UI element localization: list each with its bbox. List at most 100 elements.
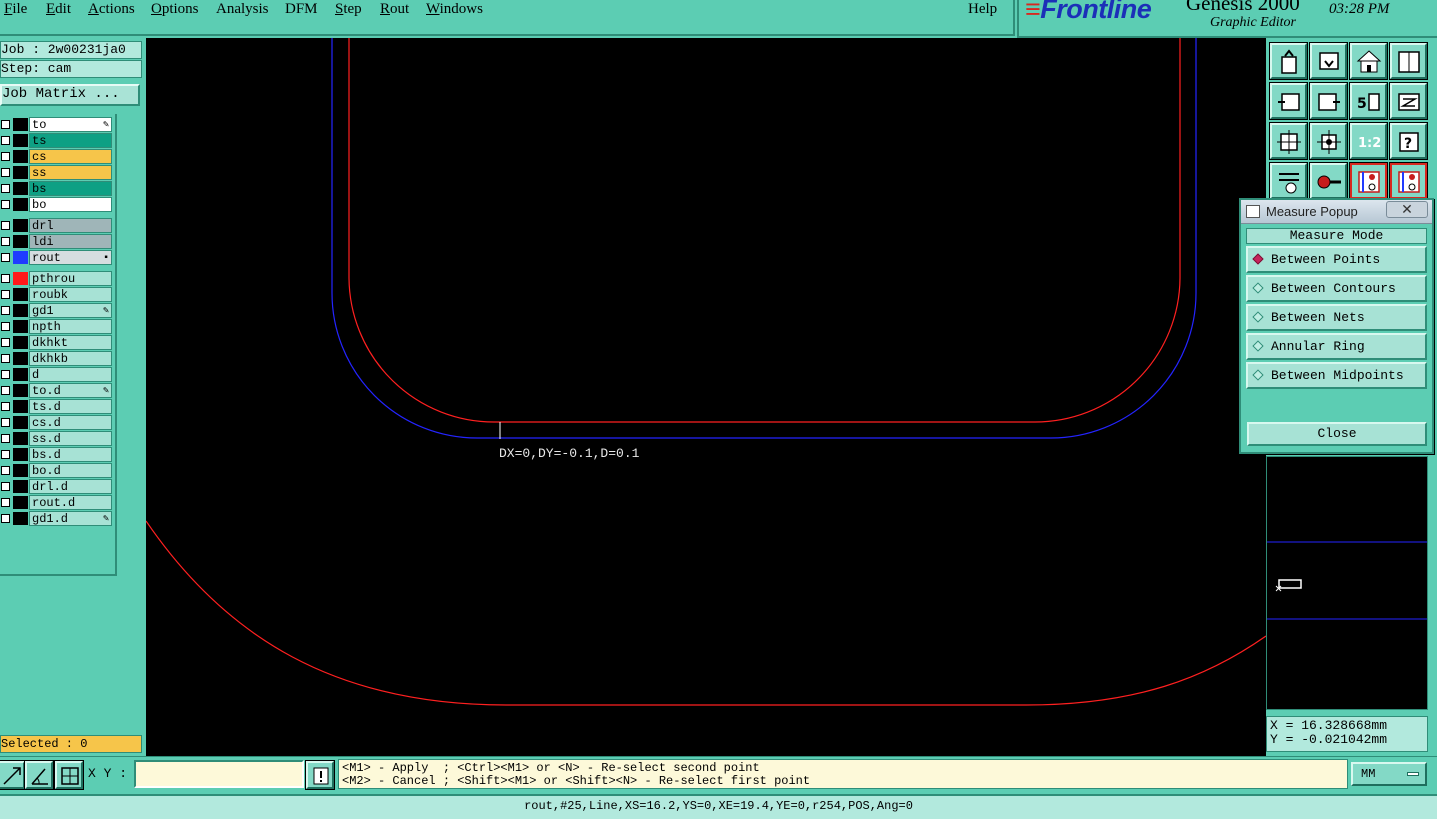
layer-checkbox[interactable] (1, 434, 10, 443)
zoom-fit-icon[interactable] (1269, 122, 1308, 160)
snap-mode-icon[interactable] (0, 760, 26, 790)
layer-color-swatch[interactable] (13, 288, 28, 301)
layer-checkbox[interactable] (1, 184, 10, 193)
net-red-2-icon[interactable] (1389, 162, 1428, 200)
step-left-icon[interactable] (1269, 82, 1308, 120)
layer-name[interactable]: cs (29, 149, 112, 164)
layer-name[interactable]: ts.d (29, 399, 112, 414)
layer-color-swatch[interactable] (13, 118, 28, 131)
layer-row-dkhkb[interactable]: dkhkb (0, 351, 114, 366)
layer-row-roubk[interactable]: roubk (0, 287, 114, 302)
undo-icon[interactable]: 5 (1349, 82, 1388, 120)
layer-color-swatch[interactable] (13, 384, 28, 397)
layer-row-bs-d[interactable]: bs.d (0, 447, 114, 462)
layer-checkbox[interactable] (1, 402, 10, 411)
layer-row-pthrou[interactable]: pthrou (0, 271, 114, 286)
help-question-icon[interactable]: ? (1389, 122, 1428, 160)
layer-checkbox[interactable] (1, 450, 10, 459)
layer-checkbox[interactable] (1, 370, 10, 379)
layer-color-swatch[interactable] (13, 416, 28, 429)
mode-option-annular-ring[interactable]: Annular Ring (1246, 333, 1427, 360)
layer-color-swatch[interactable] (13, 352, 28, 365)
close-button[interactable]: Close (1247, 422, 1427, 446)
layer-name[interactable]: bo (29, 197, 112, 212)
layer-color-swatch[interactable] (13, 320, 28, 333)
menu-analysis[interactable]: Analysis (216, 1, 269, 18)
layer-name[interactable]: gd1 ✎ (29, 303, 112, 318)
exclamation-icon[interactable] (305, 760, 335, 790)
layer-row-ts[interactable]: ts (0, 133, 114, 148)
layer-row-bs[interactable]: bs (0, 181, 114, 196)
layer-checkbox[interactable] (1, 274, 10, 283)
layer-name[interactable]: npth (29, 319, 112, 334)
window-layout-icon[interactable] (1389, 42, 1428, 80)
layer-color-swatch[interactable] (13, 182, 28, 195)
close-icon[interactable]: ✕ (1386, 201, 1428, 218)
layer-name[interactable]: gd1.d ✎ (29, 511, 112, 526)
layer-row-cs-d[interactable]: cs.d (0, 415, 114, 430)
layer-row-ss-d[interactable]: ss.d (0, 431, 114, 446)
units-select[interactable]: MM (1351, 762, 1427, 786)
layer-color-swatch[interactable] (13, 198, 28, 211)
layer-checkbox[interactable] (1, 482, 10, 491)
layer-color-swatch[interactable] (13, 368, 28, 381)
layer-color-swatch[interactable] (13, 512, 28, 525)
layer-row-to-d[interactable]: to.d ✎ (0, 383, 114, 398)
layer-row-dkhkt[interactable]: dkhkt (0, 335, 114, 350)
snap-icon[interactable] (1389, 82, 1428, 120)
layer-color-swatch[interactable] (13, 134, 28, 147)
net-red-icon[interactable] (1349, 162, 1388, 200)
menu-help[interactable]: Help (968, 1, 997, 18)
layer-name[interactable]: drl (29, 218, 112, 233)
layer-checkbox[interactable] (1, 221, 10, 230)
layer-name[interactable]: bs.d (29, 447, 112, 462)
layer-name[interactable]: pthrou (29, 271, 112, 286)
menu-dfm[interactable]: DFM (285, 1, 318, 18)
layer-color-swatch[interactable] (13, 448, 28, 461)
layer-color-swatch[interactable] (13, 272, 28, 285)
layer-checkbox[interactable] (1, 200, 10, 209)
layer-row-bo[interactable]: bo (0, 197, 114, 212)
layer-checkbox[interactable] (1, 514, 10, 523)
layer-checkbox[interactable] (1, 290, 10, 299)
graphic-canvas[interactable]: DX=0,DY=-0.1,D=0.1 (146, 38, 1266, 756)
layer-row-cs[interactable]: cs (0, 149, 114, 164)
layer-color-swatch[interactable] (13, 336, 28, 349)
layer-name[interactable]: ss.d (29, 431, 112, 446)
layer-name[interactable]: rout ▪ (29, 250, 112, 265)
save-icon[interactable] (1309, 42, 1348, 80)
menu-windows[interactable]: Windows (426, 1, 483, 18)
job-matrix-button[interactable]: Job Matrix ... (0, 84, 140, 106)
layer-row-npth[interactable]: npth (0, 319, 114, 334)
overview-panel[interactable] (1266, 456, 1428, 710)
layer-color-swatch[interactable] (13, 464, 28, 477)
menu-options[interactable]: Options (151, 1, 199, 18)
menu-edit[interactable]: Edit (46, 1, 71, 18)
popup-titlebar[interactable]: Measure Popup ✕ (1241, 200, 1432, 224)
layer-name[interactable]: bs (29, 181, 112, 196)
menu-file[interactable]: File (4, 1, 27, 18)
layer-name[interactable]: d (29, 367, 112, 382)
layer-checkbox[interactable] (1, 498, 10, 507)
open-job-icon[interactable] (1269, 42, 1308, 80)
probe-icon[interactable] (1309, 162, 1348, 200)
layer-checkbox[interactable] (1, 418, 10, 427)
layer-name[interactable]: to.d ✎ (29, 383, 112, 398)
layer-color-swatch[interactable] (13, 496, 28, 509)
layer-color-swatch[interactable] (13, 166, 28, 179)
layer-row-drl[interactable]: drl (0, 218, 114, 233)
layer-checkbox[interactable] (1, 120, 10, 129)
layer-name[interactable]: rout.d (29, 495, 112, 510)
layer-color-swatch[interactable] (13, 480, 28, 493)
layer-name[interactable]: drl.d (29, 479, 112, 494)
layer-checkbox[interactable] (1, 168, 10, 177)
layer-row-rout-d[interactable]: rout.d (0, 495, 114, 510)
layer-row-rout[interactable]: rout ▪ (0, 250, 114, 265)
menu-actions[interactable]: Actions (88, 1, 135, 18)
layer-checkbox[interactable] (1, 338, 10, 347)
layer-color-swatch[interactable] (13, 150, 28, 163)
mode-option-between-nets[interactable]: Between Nets (1246, 304, 1427, 331)
layer-name[interactable]: ss (29, 165, 112, 180)
layer-color-swatch[interactable] (13, 219, 28, 232)
layer-checkbox[interactable] (1, 466, 10, 475)
